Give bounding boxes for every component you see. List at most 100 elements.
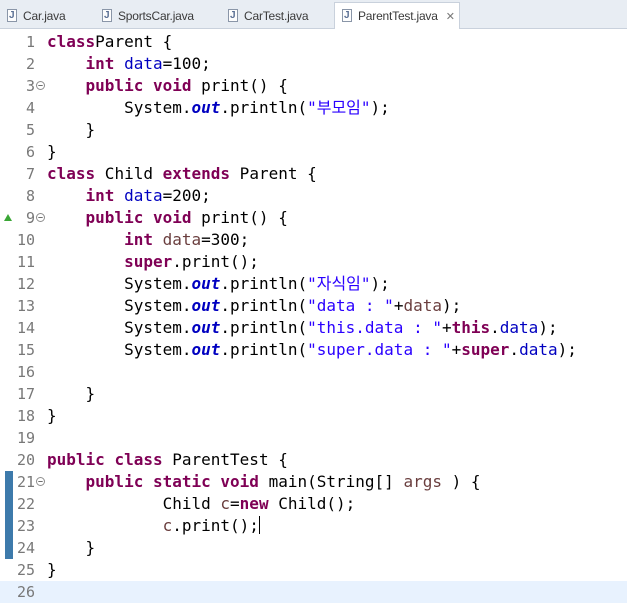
line-gutter[interactable]: 2 bbox=[0, 53, 47, 75]
tab-car-java[interactable]: J Car.java bbox=[0, 3, 90, 28]
code-text[interactable]: System.out.println("부모임"); bbox=[47, 97, 390, 119]
line-gutter[interactable]: 24 bbox=[0, 537, 47, 559]
code-text[interactable]: super.print(); bbox=[47, 251, 259, 273]
code-text[interactable]: int data=300; bbox=[47, 229, 249, 251]
line-gutter[interactable]: 12 bbox=[0, 273, 47, 295]
line-gutter[interactable]: 20 bbox=[0, 449, 47, 471]
code-text[interactable]: } bbox=[47, 119, 96, 141]
line-gutter[interactable]: 8 bbox=[0, 185, 47, 207]
tab-cartest-java[interactable]: J CarTest.java bbox=[221, 3, 331, 28]
code-line[interactable]: 16 bbox=[0, 361, 627, 383]
code-token: class bbox=[114, 450, 163, 469]
line-gutter[interactable]: 5 bbox=[0, 119, 47, 141]
code-text[interactable]: } bbox=[47, 141, 57, 163]
close-tab-icon[interactable]: ✕ bbox=[446, 10, 455, 23]
tab-sportscar-java[interactable]: J SportsCar.java bbox=[95, 3, 215, 28]
code-text[interactable]: System.out.println("data : "+data); bbox=[47, 295, 461, 317]
code-text[interactable]: System.out.println("super.data : "+super… bbox=[47, 339, 577, 361]
code-line[interactable]: 19 bbox=[0, 427, 627, 449]
line-gutter[interactable]: 1 bbox=[0, 31, 47, 53]
line-gutter[interactable]: 4 bbox=[0, 97, 47, 119]
line-gutter[interactable]: 23 bbox=[0, 515, 47, 537]
line-gutter[interactable]: 10 bbox=[0, 229, 47, 251]
line-gutter[interactable]: 22 bbox=[0, 493, 47, 515]
code-line[interactable]: 5 } bbox=[0, 119, 627, 141]
code-editor[interactable]: 1 classParent {2 int data=100; 3 public vo… bbox=[0, 29, 627, 603]
code-text[interactable]: public void print() { bbox=[47, 75, 288, 97]
code-text[interactable]: } bbox=[47, 383, 96, 405]
fold-collapse-icon[interactable] bbox=[36, 477, 45, 486]
code-text[interactable]: int data=200; bbox=[47, 185, 211, 207]
code-line[interactable]: 26 bbox=[0, 581, 627, 603]
code-line[interactable]: 11 super.print(); bbox=[0, 251, 627, 273]
line-gutter[interactable]: 7 bbox=[0, 163, 47, 185]
code-text[interactable]: System.out.println("this.data : "+this.d… bbox=[47, 317, 558, 339]
code-token: public bbox=[85, 472, 144, 491]
code-line[interactable]: 17 } bbox=[0, 383, 627, 405]
fold-collapse-icon[interactable] bbox=[36, 213, 45, 222]
tab-parenttest-java[interactable]: J ParentTest.java ✕ bbox=[334, 2, 460, 29]
code-line[interactable]: 13 System.out.println("data : "+data); bbox=[0, 295, 627, 317]
code-line[interactable]: 22 Child c=new Child(); bbox=[0, 493, 627, 515]
code-text[interactable]: classParent { bbox=[47, 31, 172, 53]
code-text[interactable]: class Child extends Parent { bbox=[47, 163, 317, 185]
line-gutter[interactable]: 16 bbox=[0, 361, 47, 383]
code-line[interactable]: 15 System.out.println("super.data : "+su… bbox=[0, 339, 627, 361]
line-gutter[interactable]: 18 bbox=[0, 405, 47, 427]
fold-collapse-icon[interactable] bbox=[36, 81, 45, 90]
code-line[interactable]: 18} bbox=[0, 405, 627, 427]
code-text[interactable]: } bbox=[47, 405, 57, 427]
code-line[interactable]: 8 int data=200; bbox=[0, 185, 627, 207]
code-line[interactable]: 21 public static void main(String[] args… bbox=[0, 471, 627, 493]
code-text[interactable]: public class ParentTest { bbox=[47, 449, 288, 471]
code-text[interactable]: public static void main(String[] args ) … bbox=[47, 471, 481, 493]
code-line[interactable]: 23 c.print(); bbox=[0, 515, 627, 537]
code-line[interactable]: 9 public void print() { bbox=[0, 207, 627, 229]
line-number: 8 bbox=[25, 187, 35, 205]
line-gutter[interactable]: 17 bbox=[0, 383, 47, 405]
code-line[interactable]: 14 System.out.println("this.data : "+thi… bbox=[0, 317, 627, 339]
line-gutter[interactable]: 14 bbox=[0, 317, 47, 339]
code-text[interactable]: System.out.println("자식임"); bbox=[47, 273, 390, 295]
line-gutter[interactable]: 25 bbox=[0, 559, 47, 581]
code-text[interactable]: c.print(); bbox=[47, 515, 260, 537]
code-text[interactable]: Child c=new Child(); bbox=[47, 493, 356, 515]
line-gutter[interactable]: 11 bbox=[0, 251, 47, 273]
line-gutter[interactable]: 6 bbox=[0, 141, 47, 163]
line-gutter[interactable]: 15 bbox=[0, 339, 47, 361]
code-line[interactable]: 25} bbox=[0, 559, 627, 581]
code-token: . bbox=[490, 318, 500, 337]
code-line[interactable]: 2 int data=100; bbox=[0, 53, 627, 75]
line-number: 10 bbox=[16, 231, 35, 249]
code-line[interactable]: 6} bbox=[0, 141, 627, 163]
line-gutter[interactable]: 26 bbox=[0, 581, 47, 603]
line-gutter[interactable]: 13 bbox=[0, 295, 47, 317]
code-line[interactable]: 3 public void print() { bbox=[0, 75, 627, 97]
line-number: 13 bbox=[16, 297, 35, 315]
line-gutter[interactable]: 3 bbox=[0, 75, 47, 97]
code-line[interactable]: 24 } bbox=[0, 537, 627, 559]
code-text[interactable]: public void print() { bbox=[47, 207, 288, 229]
code-token: "super.data : " bbox=[307, 340, 452, 359]
code-line[interactable]: 20 public class ParentTest { bbox=[0, 449, 627, 471]
editor-tab-bar: J Car.java J SportsCar.java J CarTest.ja… bbox=[0, 0, 627, 29]
code-line[interactable]: 10 int data=300; bbox=[0, 229, 627, 251]
line-gutter[interactable]: 21 bbox=[0, 471, 47, 493]
code-line[interactable]: 12 System.out.println("자식임"); bbox=[0, 273, 627, 295]
code-text[interactable]: } bbox=[47, 537, 96, 559]
line-gutter[interactable]: 19 bbox=[0, 427, 47, 449]
line-number: 20 bbox=[16, 451, 35, 469]
line-number: 6 bbox=[25, 143, 35, 161]
line-gutter[interactable]: 9 bbox=[0, 207, 47, 229]
text-caret bbox=[258, 516, 260, 534]
code-text[interactable]: int data=100; bbox=[47, 53, 211, 75]
code-token: . bbox=[509, 340, 520, 359]
line-number: 23 bbox=[16, 517, 35, 535]
code-line[interactable]: 4 System.out.println("부모임"); bbox=[0, 97, 627, 119]
line-number: 9 bbox=[25, 209, 35, 227]
code-line[interactable]: 1 classParent { bbox=[0, 31, 627, 53]
code-line[interactable]: 7 class Child extends Parent { bbox=[0, 163, 627, 185]
code-text[interactable]: } bbox=[47, 559, 57, 581]
override-indicator-icon[interactable] bbox=[4, 214, 12, 221]
